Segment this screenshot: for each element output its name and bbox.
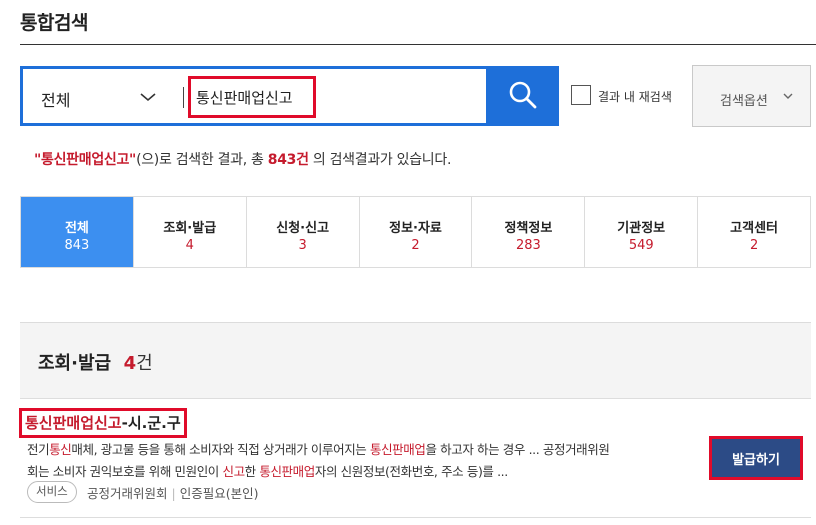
page-title: 통합검색 — [20, 12, 88, 34]
tab-policy-info[interactable]: 정책정보 283 — [471, 197, 584, 267]
tab-count: 2 — [411, 238, 420, 253]
desc-text: 회는 소비자 권익보호를 위해 민원인이 — [27, 464, 223, 479]
title-divider — [20, 44, 816, 45]
summary-text-after: 의 검색결과가 있습니다. — [308, 152, 452, 168]
summary-text: (으)로 검색한 결과, 총 — [136, 152, 268, 168]
tab-count: 4 — [185, 238, 194, 253]
result-title-highlight: 통신판매업신고 — [25, 414, 122, 432]
result-agency: 공정거래위원회 — [87, 486, 168, 501]
result-description-line1: 전기통신매체, 광고물 등을 통해 소비자와 직접 상거래가 이루어지는 통신판… — [27, 439, 610, 458]
tab-label: 기관정보 — [617, 221, 666, 236]
desc-text: 전기 — [27, 442, 50, 457]
service-tag: 서비스 — [27, 481, 77, 503]
tab-application-report[interactable]: 신청·신고 3 — [245, 197, 359, 267]
tab-count: 549 — [628, 238, 654, 253]
desc-highlight: 신고 — [222, 464, 245, 479]
search-box: 전체 — [20, 66, 489, 126]
search-icon — [509, 81, 537, 109]
summary-keyword: "통신판매업신고" — [34, 152, 137, 168]
desc-text: 한 — [244, 464, 260, 479]
desc-text: 자의 신원정보(전화번호, 주소 등)를 ... — [314, 464, 508, 479]
result-summary: "통신판매업신고"(으)로 검색한 결과, 총 843건 의 검색결과가 있습니… — [34, 149, 451, 169]
meta-separator: | — [171, 486, 176, 501]
search-options-label: 검색옵션 — [720, 94, 768, 109]
result-title-link[interactable]: 통신판매업신고-시.군.구 — [19, 408, 187, 438]
tab-count: 3 — [298, 238, 307, 253]
issue-button[interactable]: 발급하기 — [709, 436, 803, 480]
result-description-line2: 회는 소비자 권익보호를 위해 민원인이 신고한 통신판매업자의 신원정보(전화… — [27, 461, 508, 480]
search-button[interactable] — [488, 66, 559, 126]
tab-count: 2 — [749, 238, 759, 253]
tab-all[interactable]: 전체 843 — [21, 197, 133, 267]
tab-count: 283 — [515, 238, 541, 253]
tab-label: 신청·신고 — [276, 221, 330, 236]
tab-inquiry-issue[interactable]: 조회·발급 4 — [132, 197, 246, 267]
result-meta: 공정거래위원회 | 인증필요(본인) — [87, 483, 259, 502]
tab-agency-info[interactable]: 기관정보 549 — [584, 197, 697, 267]
section-count: 4 — [123, 353, 137, 374]
desc-highlight: 통신판매업 — [369, 442, 426, 457]
result-divider — [20, 517, 811, 518]
desc-text: 을 하고자 하는 경우 ... 공정거래위원 — [425, 442, 610, 457]
desc-text: 매체, 광고물 등을 통해 소비자와 직접 상거래가 이루어지는 — [71, 442, 370, 457]
section-title: 조회·발급 4건 — [38, 349, 153, 375]
result-title-rest: -시.군.구 — [121, 414, 181, 432]
section-unit: 건 — [136, 353, 153, 374]
category-tabs: 전체 843 조회·발급 4 신청·신고 3 정보·자료 2 정책정보 283 … — [20, 196, 811, 268]
section-header: 조회·발급 4건 — [20, 322, 811, 399]
tab-label: 정보·자료 — [389, 221, 442, 236]
summary-count: 843 — [267, 152, 297, 168]
tab-label: 정책정보 — [504, 221, 553, 236]
within-results-checkbox[interactable] — [571, 85, 591, 105]
tab-info-data[interactable]: 정보·자료 2 — [358, 197, 472, 267]
section-title-text: 조회·발급 — [38, 353, 112, 374]
scope-select[interactable]: 전체 — [41, 87, 70, 111]
tab-label: 고객센터 — [730, 221, 778, 236]
desc-highlight: 통신 — [49, 442, 72, 457]
within-results-label[interactable]: 결과 내 재검색 — [598, 88, 672, 105]
section-divider — [20, 398, 811, 399]
chevron-down-icon — [783, 93, 793, 99]
summary-unit: 건 — [296, 152, 309, 168]
result-auth: 인증필요(본인) — [179, 486, 259, 501]
desc-highlight: 통신판매업 — [259, 464, 315, 479]
search-input[interactable] — [188, 76, 316, 118]
tab-label: 전체 — [64, 221, 89, 236]
tab-customer-center[interactable]: 고객센터 2 — [697, 197, 810, 267]
chevron-down-icon[interactable] — [138, 87, 158, 107]
search-options-button[interactable]: 검색옵션 — [692, 65, 811, 127]
scope-divider — [183, 87, 184, 108]
tab-label: 조회·발급 — [163, 221, 217, 236]
tab-count: 843 — [64, 238, 90, 253]
